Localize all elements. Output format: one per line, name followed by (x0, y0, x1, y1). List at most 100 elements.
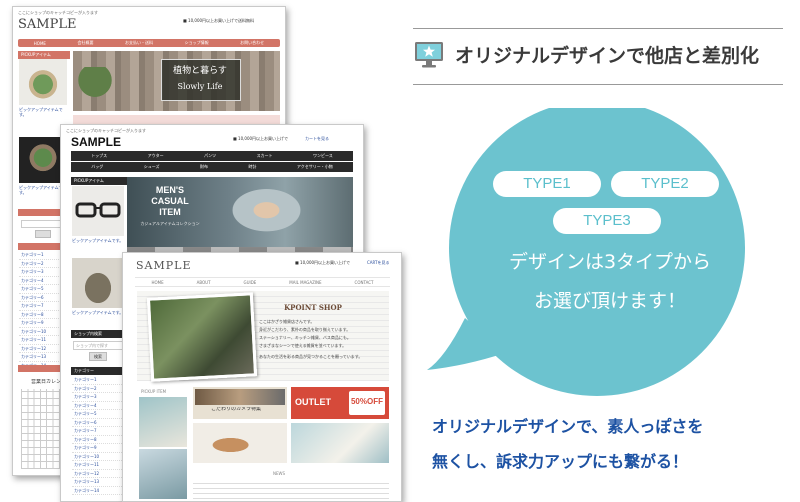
shot3-special-photo (195, 389, 285, 405)
shot2-nav-item[interactable]: トップス (91, 153, 107, 159)
category-link[interactable]: カテゴリー5 (72, 410, 124, 419)
shot1-hero-line-1: 植物と暮らす (173, 66, 227, 76)
shot2-side-title: PICKUPアイテム (71, 177, 127, 185)
shot2-logo: SAMPLE (71, 135, 122, 149)
shot3-pickup-image (139, 397, 187, 447)
heading-rule-bottom (413, 84, 783, 85)
shot1-nav: HOME 会社概要 お支払い・送料 ショップ情報 お問い合わせ (18, 39, 280, 47)
category-link[interactable]: カテゴリー10 (72, 453, 124, 461)
category-link[interactable]: カテゴリー2 (72, 385, 124, 393)
shot2-search-button[interactable]: 検索 (89, 352, 107, 361)
shot3-kpoint-title: KPOINT SHOP (284, 303, 342, 312)
caption-line-2: 無くし、訴求力アップにも繋がる！ (432, 452, 689, 471)
shot3-nav-item[interactable]: CONTACT (355, 280, 374, 285)
shot3-nav-item[interactable]: ABOUT (197, 280, 211, 285)
shot3-nav: HOME ABOUT GUIDE MAIL MAGAZINE CONTACT (135, 277, 390, 287)
shot2-nav-item[interactable]: パンツ (204, 153, 216, 159)
shot2-search-input[interactable]: ショップ内で探す (73, 341, 123, 350)
shot3-cart-link[interactable]: CARTを見る (367, 260, 397, 265)
shot1-tagline: ここにショップのキャッチコピーが入ります (18, 10, 98, 15)
category-link[interactable]: カテゴリー4 (72, 402, 124, 410)
category-link[interactable]: カテゴリー1 (72, 376, 124, 385)
category-link[interactable]: カテゴリー3 (72, 393, 124, 402)
category-link[interactable]: カテゴリー12 (72, 470, 124, 478)
shot2-nav-item[interactable]: シューズ (144, 164, 160, 170)
shot3-kpoint-line: ここはかざり雑貨店さんです。 (259, 319, 315, 324)
shot1-hero-plant (75, 67, 115, 111)
shot1-calendar-grid (21, 389, 65, 469)
shot2-hero-sub: カジュアルアイテムコレクション (140, 221, 200, 226)
shot2-nav-item[interactable]: 財布 (200, 164, 208, 170)
shot3-nav-item[interactable]: GUIDE (244, 280, 257, 285)
shot3-kpoint-line: さまざまなシーンで使える雑貨を並べています。 (259, 343, 347, 348)
shot2-product-text: ピックアップアイテムです。 (72, 238, 124, 243)
shot1-nav-item[interactable]: ショップ情報 (185, 40, 209, 46)
shot1-side-title: PICKUPアイテム (18, 51, 70, 59)
category-link[interactable]: カテゴリー6 (72, 419, 124, 427)
monitor-icon (414, 40, 444, 70)
heading-rule-top (413, 28, 783, 29)
shot2-product-text: ピックアップアイテムです。 (72, 310, 124, 315)
category-link[interactable]: カテゴリー11 (72, 461, 124, 470)
shot3-header-info: ■ 10,000円以上お買い上げで (295, 260, 351, 265)
category-link[interactable]: カテゴリー8 (72, 436, 124, 444)
shot2-nav-row1: トップス アウター パンツ スカート ワンピース (71, 151, 353, 161)
shot2-tagline: ここにショップのキャッチコピーが入ります (66, 128, 146, 133)
shot3-kpoint-line: ステーショナリー、キッチン雑貨、バス商品にも。 (259, 335, 351, 340)
shot2-header-info: ■ 10,000円以上お買い上げで (233, 136, 289, 141)
category-link[interactable]: カテゴリー7 (72, 427, 124, 436)
page-title: オリジナルデザインで他店と差別化 (455, 45, 760, 67)
shot2-nav-item[interactable]: スカート (257, 153, 273, 159)
shot3-logo: SAMPLE (136, 259, 192, 272)
shot3-outlet-pct: 50%OFF (350, 397, 383, 406)
shot2-hero-line-1: MEN'S (155, 185, 185, 195)
glasses-image (72, 186, 124, 236)
shot3-hero-photo (146, 292, 258, 382)
shot1-search-button[interactable] (35, 230, 51, 238)
shot2-cart-link[interactable]: カートを見る (305, 136, 345, 141)
shot1-nav-item[interactable]: 会社概要 (77, 40, 93, 46)
shot3-special-text: こだわりのカメラ特集 (211, 407, 262, 412)
shot2-category-list: カテゴリー1 カテゴリー2 カテゴリー3 カテゴリー4 カテゴリー5 カテゴリー… (72, 376, 124, 495)
shot3-kpoint-line: 身近がこだわり、素朴の商品を取り揃えています。 (259, 327, 351, 332)
shot3-pickup-image-2 (139, 449, 187, 499)
shot1-logo: SAMPLE (18, 17, 77, 32)
shot2-search-title: ショップ内検索 (71, 330, 127, 338)
shot3-news-label: NEWS (273, 471, 286, 476)
caption-line-1: オリジナルデザインで、素人っぽさを (432, 417, 704, 436)
cactus-image (19, 59, 67, 105)
shot2-hero-line-3: ITEM (159, 207, 181, 217)
shot3-kpoint-line: あなたの生活を彩る商品が見つかることを願っています。 (259, 354, 363, 359)
shot3-banner-special[interactable]: こだわりのカメラ特集 (193, 387, 287, 419)
shot2-hero-person (226, 185, 316, 241)
shot2-nav-item[interactable]: アクセサリー・小物 (297, 164, 333, 170)
shot1-product-text: ピックアップアイテムです。 (19, 107, 63, 117)
type3-tag: TYPE3 (553, 208, 661, 234)
shot3-nav-item[interactable]: MAIL MAGAZINE (289, 280, 321, 285)
design-preview-type3: SAMPLE ■ 10,000円以上お買い上げで CARTを見る HOME AB… (122, 252, 402, 502)
type1-tag: TYPE1 (493, 171, 601, 197)
shot3-banner-food[interactable] (193, 423, 287, 463)
category-link[interactable]: カテゴリー9 (72, 444, 124, 453)
shot3-news-lines (193, 479, 389, 499)
category-link[interactable]: カテゴリー14 (72, 487, 124, 495)
shot1-search-input[interactable] (21, 220, 63, 228)
bubble-line-2: お選び頂けます！ (533, 290, 686, 312)
shot3-banner-notebook[interactable] (291, 423, 389, 463)
shot2-nav-item[interactable]: 時計 (248, 164, 256, 170)
shot2-nav-item[interactable]: ワンピース (313, 153, 333, 159)
category-link[interactable]: カテゴリー13 (72, 478, 124, 487)
shot2-nav-item[interactable]: アウター (148, 153, 164, 159)
shot2-nav-item[interactable]: バッグ (91, 164, 103, 170)
shot1-header-info: ■ 10,000円以上お買い上げで送料無料 (183, 18, 255, 23)
shot3-outlet-text: OUTLET (295, 397, 331, 407)
shoes-image (72, 258, 124, 308)
shot2-category-title: カテゴリー (71, 367, 127, 375)
shot2-nav-row2: バッグ シューズ 財布 時計 アクセサリー・小物 (71, 162, 353, 172)
shot3-banner-outlet[interactable]: OUTLET 50%OFF (291, 387, 389, 419)
shot1-nav-item[interactable]: お支払い・送料 (125, 40, 153, 46)
shot3-nav-item[interactable]: HOME (151, 280, 163, 285)
shot1-nav-item[interactable]: HOME (34, 41, 46, 46)
shot2-hero-line-2: CASUAL (151, 196, 189, 206)
shot1-nav-item[interactable]: お問い合わせ (240, 40, 264, 46)
